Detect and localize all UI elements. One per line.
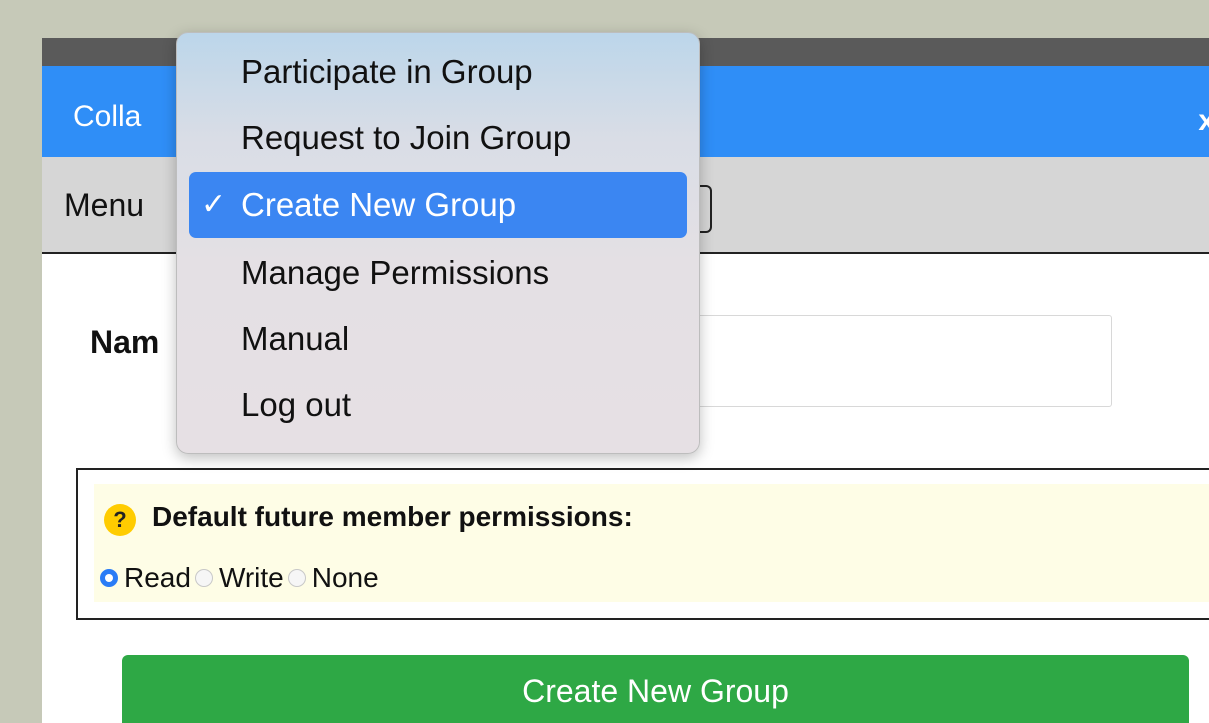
radio-read[interactable] (100, 569, 118, 587)
menu-dropdown: Participate in Group Request to Join Gro… (176, 32, 700, 454)
name-label: Nam (90, 324, 160, 360)
radio-none[interactable] (287, 569, 306, 587)
radio-none-label: None (311, 562, 379, 593)
close-icon[interactable]: x (1198, 104, 1209, 138)
radio-write[interactable] (194, 569, 213, 587)
permissions-panel: ? Default future member permissions: Rea… (76, 468, 1209, 620)
menu-item-manage-permissions[interactable]: Manage Permissions (189, 240, 687, 306)
radio-write-label: Write (218, 562, 284, 593)
menu-item-logout[interactable]: Log out (189, 372, 687, 438)
menu-label: Menu (64, 187, 145, 223)
permissions-inner: ? Default future member permissions: Rea… (94, 484, 1209, 602)
create-new-group-button[interactable]: Create New Group (122, 655, 1189, 723)
checkmark-icon: ✓ (201, 188, 227, 221)
permission-options: Read Write None (100, 562, 383, 594)
permissions-title: Default future member permissions: (152, 501, 633, 532)
menu-item-create-group-label: Create New Group (241, 186, 517, 223)
menu-item-manual[interactable]: Manual (189, 306, 687, 372)
radio-read-label: Read (124, 562, 191, 593)
name-input[interactable] (642, 315, 1112, 407)
menu-item-request-join[interactable]: Request to Join Group (189, 105, 687, 171)
menu-item-create-group[interactable]: ✓ Create New Group (189, 172, 687, 238)
help-icon[interactable]: ? (104, 504, 136, 536)
menu-item-participate[interactable]: Participate in Group (189, 39, 687, 105)
window-title: Colla (73, 100, 142, 133)
